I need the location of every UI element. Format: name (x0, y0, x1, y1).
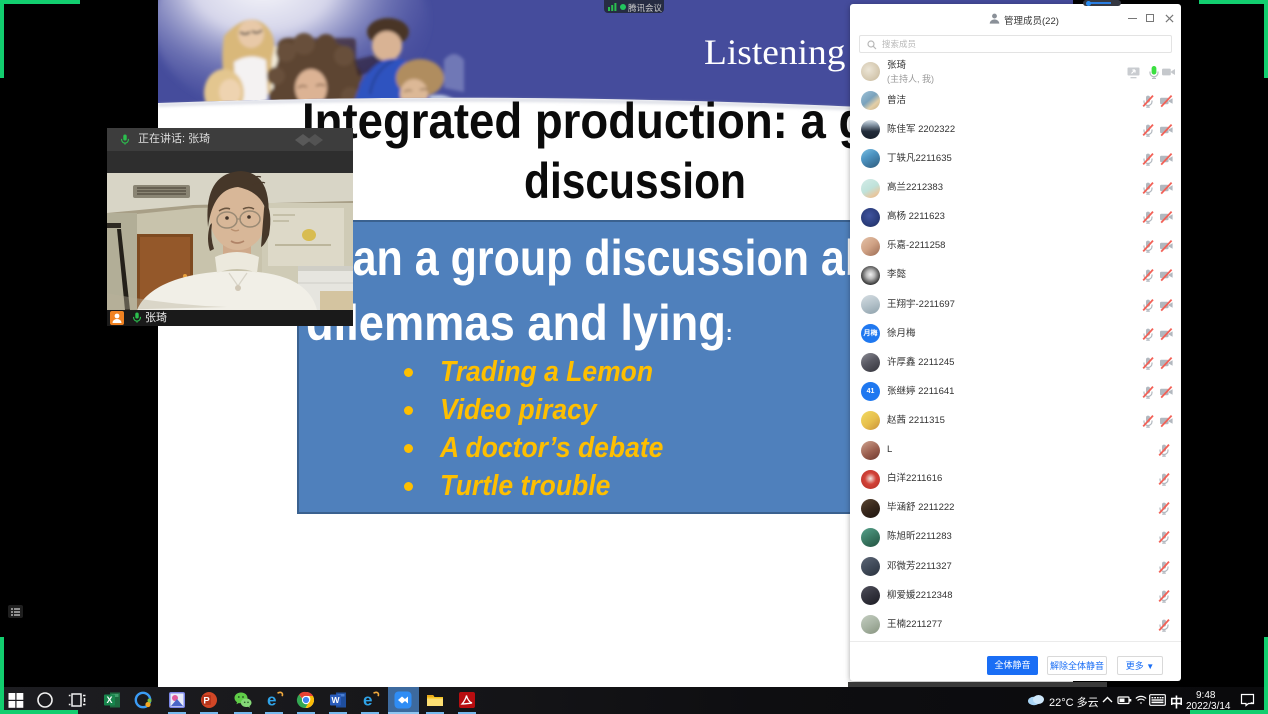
svg-text:P: P (203, 696, 210, 707)
svg-text:X: X (106, 695, 112, 705)
svg-text:e: e (267, 691, 276, 710)
svg-text:W: W (331, 695, 340, 705)
svg-text:e: e (363, 691, 372, 710)
